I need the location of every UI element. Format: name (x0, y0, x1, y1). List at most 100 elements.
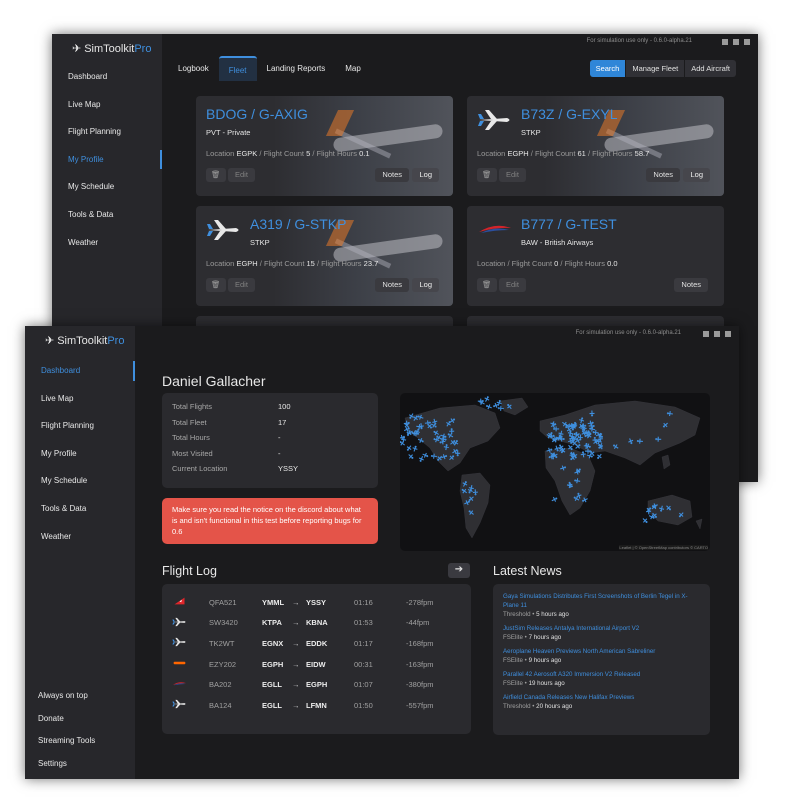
stat-count-label: Flight Count (511, 259, 553, 268)
minimize-icon[interactable] (722, 39, 728, 45)
arrival-icao: LFMN (306, 700, 327, 710)
stat-count-label: Flight Count (534, 149, 576, 158)
sidebar-item-settings[interactable]: Settings (25, 753, 135, 775)
news-title-link[interactable]: Aeroplane Heaven Previews North American… (503, 647, 700, 656)
sidebar-item-my-profile[interactable]: My Profile (25, 440, 135, 468)
notes-button[interactable]: Notes (646, 168, 680, 182)
sidebar-item-weather[interactable]: Weather (25, 523, 135, 551)
add-aircraft-button[interactable]: Add Aircraft (684, 60, 736, 77)
sidebar-item-live-map[interactable]: Live Map (52, 91, 162, 119)
stat-hours: 0.0 (607, 259, 618, 268)
minimize-icon[interactable] (703, 331, 709, 337)
fleet-card[interactable]: A319 / G-STKP STKP Location EGPH / Flight … (196, 206, 453, 306)
sidebar-item-flight-planning[interactable]: Flight Planning (52, 118, 162, 146)
map-attribution[interactable]: Leaflet | © OpenStreetMap contributors ©… (619, 545, 708, 550)
restore-icon[interactable] (733, 39, 739, 45)
delete-button[interactable]: 🗑 (206, 278, 226, 292)
edit-button[interactable]: Edit (499, 168, 526, 182)
stat-value: 100 (278, 402, 291, 412)
flight-log-row[interactable]: SW3420 KTPA → KBNA 01:53 -44fpm (172, 613, 461, 634)
aircraft-operator: STKP (250, 238, 270, 247)
stat-count: 0 (554, 259, 559, 268)
notes-button[interactable]: Notes (674, 278, 708, 292)
sidebar-item-flight-planning[interactable]: Flight Planning (25, 412, 135, 440)
airplane-icon: ✈ (45, 335, 55, 347)
aircraft-title[interactable]: B73Z / G-EXYL (521, 106, 617, 122)
app-logo: ✈ SimToolkitPro (45, 335, 125, 347)
sidebar-item-tools-data[interactable]: Tools & Data (52, 201, 162, 229)
sidebar-item-live-map[interactable]: Live Map (25, 385, 135, 413)
log-button[interactable]: Log (412, 168, 439, 182)
flight-log-row[interactable]: BA202 EGLL → EGPH 01:07 -380fpm (172, 674, 461, 695)
sidebar-item-streaming-tools[interactable]: Streaming Tools (25, 730, 135, 752)
notes-button[interactable]: Notes (375, 278, 409, 292)
trash-icon: 🗑 (211, 280, 221, 289)
notes-button[interactable]: Notes (375, 168, 409, 182)
aircraft-title[interactable]: A319 / G-STKP (250, 216, 346, 232)
photo-tail (325, 110, 355, 136)
log-button[interactable]: Log (683, 168, 710, 182)
flight-log-row[interactable]: EZY202 EGPH → EIDW 00:31 -163fpm (172, 654, 461, 675)
sidebar-item-my-profile[interactable]: My Profile (52, 146, 162, 174)
edit-button[interactable]: Edit (499, 278, 526, 292)
flight-map[interactable]: Leaflet | © OpenStreetMap contributors ©… (400, 393, 710, 551)
airplane-icon: ✈ (72, 43, 82, 55)
aircraft-title[interactable]: B777 / G-TEST (521, 216, 617, 232)
fleet-card[interactable]: B777 / G-TEST BAW - British Airways Locati… (467, 206, 724, 306)
sidebar-item-dashboard[interactable]: Dashboard (52, 63, 162, 91)
manage-fleet-button[interactable]: Manage Fleet (625, 60, 684, 77)
stat-label: Most Visited (172, 448, 213, 458)
edit-button[interactable]: Edit (228, 168, 255, 182)
window-controls (703, 331, 731, 337)
arrow-right-icon: ➔ (454, 564, 464, 575)
news-title-link[interactable]: Gaya Simulations Distributes First Scree… (503, 592, 700, 610)
tab-landing-reports[interactable]: Landing Reports (257, 56, 336, 81)
fleet-card[interactable]: B73Z / G-EXYL STKP Location EGPH / Flight … (467, 96, 724, 196)
landing-rate: -168fpm (406, 638, 434, 648)
tab-fleet[interactable]: Fleet (218, 56, 257, 81)
sidebar-item-always-on-top[interactable]: Always on top (25, 685, 135, 707)
tab-logbook[interactable]: Logbook (168, 56, 219, 81)
stat-value: - (278, 448, 281, 458)
sidebar-item-donate[interactable]: Donate (25, 708, 135, 730)
news-meta: Threshold • 20 hours ago (503, 703, 573, 710)
airplane-icon (477, 108, 513, 132)
flight-log-row[interactable]: QFA521 YMML → YSSY 01:16 -278fpm (172, 592, 461, 613)
sidebar-item-tools-data[interactable]: Tools & Data (25, 495, 135, 523)
news-title-link[interactable]: Parallel 42 Aerosoft A320 Immersion V2 R… (503, 670, 700, 679)
delete-button[interactable]: 🗑 (206, 168, 226, 182)
flight-log-row[interactable]: BA124 EGLL → LFMN 01:50 -557fpm (172, 695, 461, 716)
aircraft-stats: Location EGPK / Flight Count 5 / Flight … (206, 149, 370, 158)
sidebar-item-weather[interactable]: Weather (52, 229, 162, 257)
sidebar-item-my-schedule[interactable]: My Schedule (25, 467, 135, 495)
sidebar-item-my-schedule[interactable]: My Schedule (52, 173, 162, 201)
stat-count: 5 (306, 149, 311, 158)
stat-location: EGPH (236, 259, 258, 268)
log-button[interactable]: Log (412, 278, 439, 292)
close-icon[interactable] (725, 331, 731, 337)
close-icon[interactable] (744, 39, 750, 45)
qantas-icon (172, 596, 209, 608)
news-title-link[interactable]: Airfield Canada Releases New Halifax Pre… (503, 693, 700, 702)
aircraft-stats: Location / Flight Count 0 / Flight Hours… (477, 259, 618, 268)
stat-row: Total Fleet 17 (172, 415, 368, 431)
delete-button[interactable]: 🗑 (477, 168, 497, 182)
flight-log-more-button[interactable]: ➔ (448, 563, 470, 578)
landing-rate: -163fpm (406, 659, 434, 669)
delete-button[interactable]: 🗑 (477, 278, 497, 292)
edit-button[interactable]: Edit (228, 278, 255, 292)
stat-value: YSSY (278, 464, 299, 474)
stat-location: EGPK (236, 149, 258, 158)
fleet-card[interactable]: BDOG / G-AXIG PVT - Private Location EGPK … (196, 96, 453, 196)
sidebar-item-dashboard[interactable]: Dashboard (25, 357, 135, 385)
news-title-link[interactable]: JustSim Releases Antalya International A… (503, 624, 700, 633)
flight-log-row[interactable]: TK2WT EGNX → EDDK 01:17 -168fpm (172, 633, 461, 654)
landing-rate: -380fpm (406, 680, 434, 690)
tab-map[interactable]: Map (335, 56, 371, 81)
restore-icon[interactable] (714, 331, 720, 337)
search-button[interactable]: Search (589, 60, 626, 77)
news-time: 19 hours ago (528, 680, 565, 687)
arrow-right-icon: → (292, 680, 300, 690)
departure-icao: KTPA (262, 618, 282, 628)
aircraft-title[interactable]: BDOG / G-AXIG (206, 106, 308, 122)
